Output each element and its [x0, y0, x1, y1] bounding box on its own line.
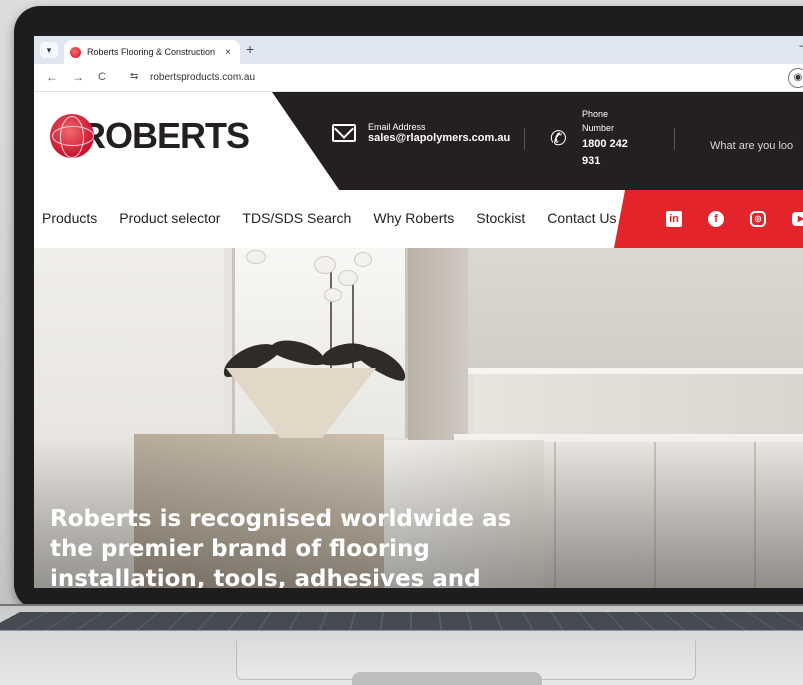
email-value[interactable]: sales@rlapolymers.com.au	[368, 132, 510, 144]
nav-links: Products Product selector TDS/SDS Search…	[42, 210, 617, 226]
forward-button[interactable]: →	[72, 70, 84, 84]
hero-line: Roberts is recognised worldwide as	[50, 506, 512, 532]
phone-value-1[interactable]: 1800 242	[582, 136, 628, 153]
reload-button[interactable]: C	[98, 71, 106, 83]
linkedin-icon[interactable]: in	[666, 211, 682, 227]
close-tab-icon[interactable]: ×	[225, 47, 231, 58]
divider	[674, 128, 675, 150]
logo-wordmark: ROBERTS	[80, 115, 250, 156]
hero-banner: Roberts is recognised worldwide as the p…	[34, 248, 803, 588]
phone-label-1: Phone	[582, 109, 609, 119]
nav-item-stockist[interactable]: Stockist	[476, 210, 525, 226]
roberts-logo[interactable]: ROBERTS	[50, 110, 260, 162]
hero-headline: Roberts is recognised worldwide as the p…	[50, 504, 540, 588]
phone-value-2[interactable]: 931	[582, 153, 628, 170]
laptop-front-notch	[352, 672, 542, 685]
email-contact[interactable]: Email Address sales@rlapolymers.com.au	[332, 122, 510, 144]
phone-icon: ✆	[550, 127, 567, 150]
laptop-keyboard	[0, 612, 803, 631]
instagram-icon[interactable]: ◎	[750, 211, 766, 227]
phone-contact[interactable]: ✆ Phone Number 1800 242 931	[550, 108, 628, 170]
site-favicon-icon	[70, 46, 81, 58]
back-button[interactable]: ←	[46, 70, 58, 84]
nav-item-product-selector[interactable]: Product selector	[119, 210, 220, 226]
nav-item-tds-sds-search[interactable]: TDS/SDS Search	[242, 210, 351, 226]
profile-icon[interactable]: ◉	[788, 68, 803, 88]
browser-toolbar: ← → C ⇆ robertsproducts.com.au ◉	[34, 64, 803, 92]
social-bar: in f ◎ ▶	[614, 190, 803, 248]
new-tab-button[interactable]: +	[246, 41, 254, 57]
main-navigation: Products Product selector TDS/SDS Search…	[34, 190, 803, 248]
tab-search-button[interactable]: ▾	[40, 42, 58, 58]
nav-item-products[interactable]: Products	[42, 210, 97, 226]
nav-item-contact-us[interactable]: Contact Us	[547, 210, 616, 226]
globe-logo-icon	[50, 114, 94, 158]
mail-icon	[332, 124, 356, 142]
site-header: ROBERTS Email Address sales@rlapolymers.…	[34, 92, 803, 190]
phone-label-2: Number	[582, 122, 615, 133]
facebook-icon[interactable]: f	[708, 211, 724, 227]
tab-strip: ▾ Roberts Flooring & Construction × + –	[34, 36, 803, 64]
hero-line: the premier brand of flooring	[50, 536, 430, 562]
site-info-icon[interactable]: ⇆	[130, 71, 138, 82]
tab-title: Roberts Flooring & Construction	[87, 47, 216, 57]
hero-line: installation, tools, adhesives and	[50, 566, 481, 588]
address-bar[interactable]: robertsproducts.com.au	[150, 72, 255, 83]
browser-tab[interactable]: Roberts Flooring & Construction ×	[64, 40, 240, 64]
youtube-icon[interactable]: ▶	[792, 212, 803, 226]
email-label: Email Address	[368, 122, 426, 132]
divider	[524, 128, 525, 150]
search-input[interactable]: What are you loo	[710, 140, 793, 152]
laptop-screen: ▾ Roberts Flooring & Construction × + – …	[34, 36, 803, 588]
nav-item-why-roberts[interactable]: Why Roberts	[373, 210, 454, 226]
minimize-button[interactable]: –	[799, 38, 803, 52]
